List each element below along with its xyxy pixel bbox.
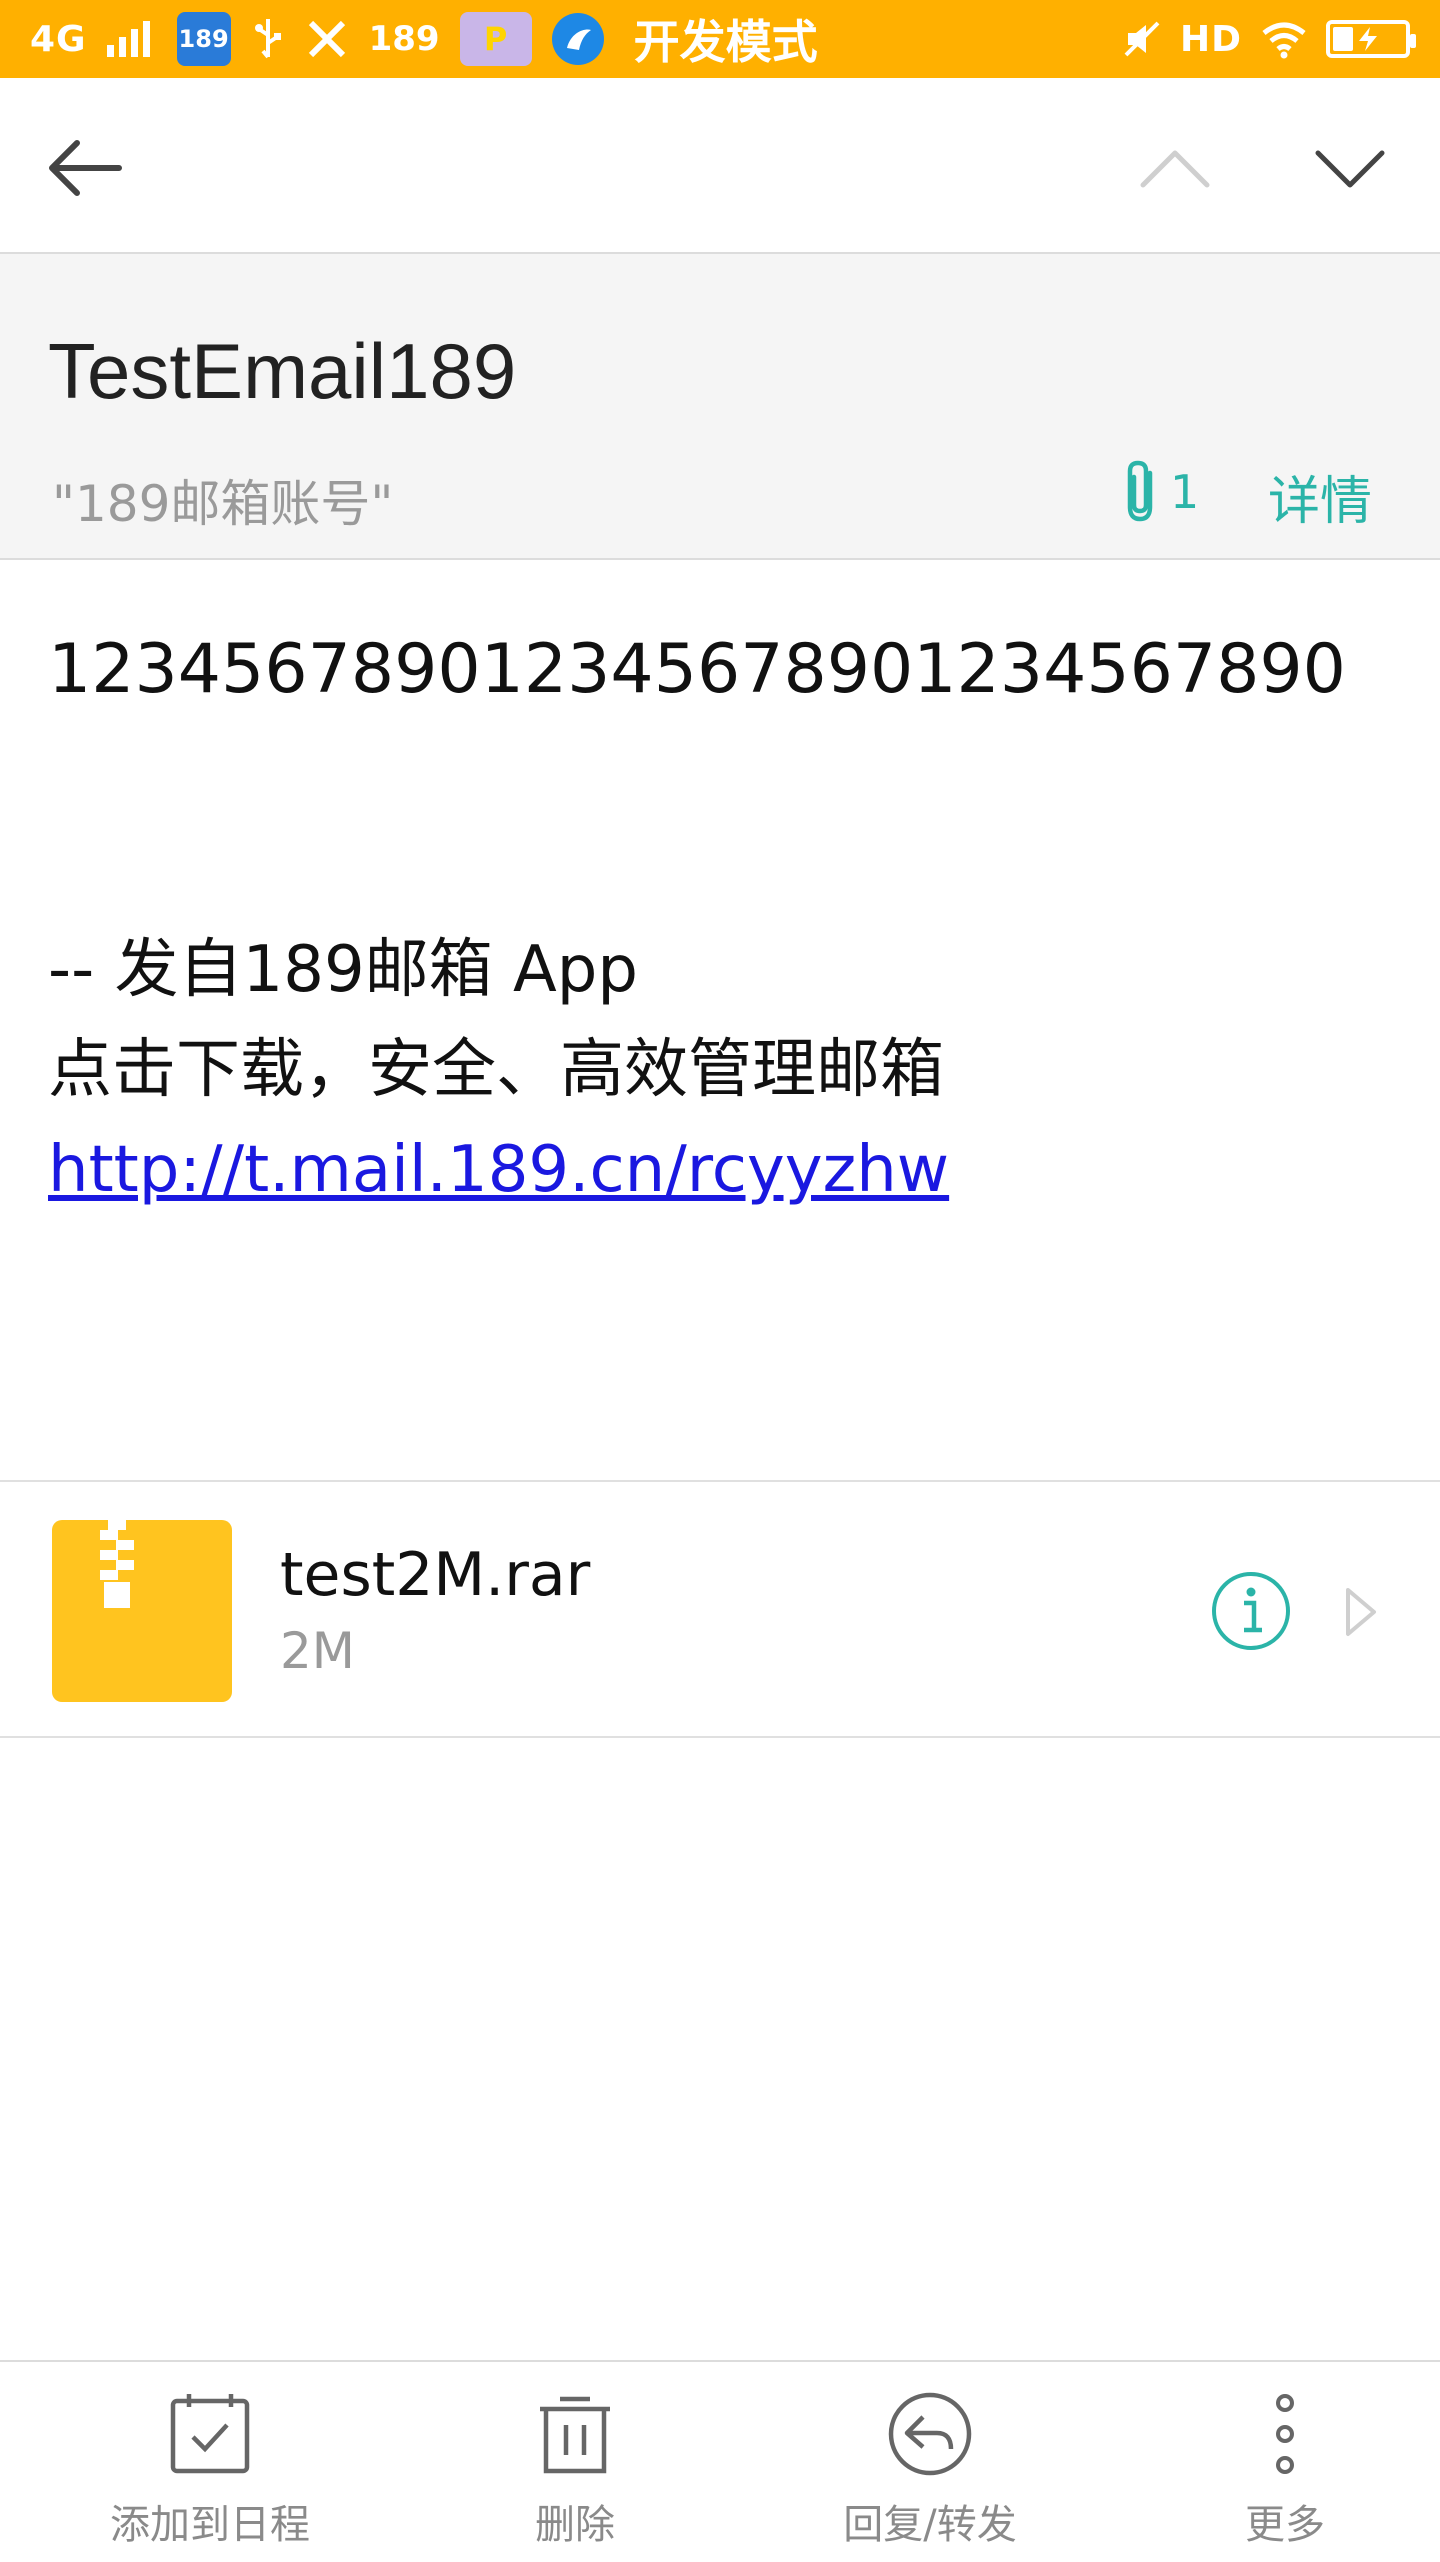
bottom-toolbar: 添加到日程 删除 回复/转发 更多	[0, 2360, 1440, 2560]
details-link[interactable]: 详情	[1268, 459, 1372, 534]
zip-file-icon	[52, 1520, 232, 1702]
attachment-info-button[interactable]	[1210, 1570, 1292, 1652]
mail-header: TestEmail189 "189邮箱账号" 1 详情	[0, 254, 1440, 560]
attachment-file-name: test2M.rar	[280, 1540, 591, 1610]
delete-label: 删除	[535, 2502, 615, 2548]
parking-icon: P	[459, 12, 532, 66]
attachment-item[interactable]: test2M.rar 2M	[0, 1480, 1440, 1738]
attachment-open-button[interactable]	[1340, 1582, 1380, 1642]
status-bar-right: HD	[1122, 18, 1416, 60]
add-to-calendar-button[interactable]: 添加到日程	[90, 2362, 330, 2562]
calendar-check-icon	[160, 2384, 260, 2484]
back-button[interactable]	[40, 128, 130, 208]
mail-body-text: 123456789012345678901234567890	[48, 630, 1346, 709]
wifi-icon	[1262, 22, 1306, 59]
mail-body: 123456789012345678901234567890 -- 发自189邮…	[48, 620, 1408, 1220]
top-nav	[0, 78, 1440, 254]
signature-line-2: 点击下载，安全、高效管理邮箱	[48, 1033, 944, 1107]
reply-forward-label: 回复/转发	[843, 2502, 1017, 2548]
arrow-left-icon	[49, 140, 122, 196]
paperclip-icon	[1127, 460, 1153, 522]
download-link[interactable]: http://t.mail.189.cn/rcyyzhw	[48, 1120, 1408, 1220]
network-label: 4G	[30, 18, 87, 60]
chevron-up-icon	[1140, 150, 1210, 188]
bird-app-icon	[551, 13, 604, 65]
signal-icon	[106, 21, 150, 57]
notification-189-icon: 189	[368, 19, 440, 59]
attachment-count: 1	[1170, 465, 1200, 519]
mail-app-icon: 189	[176, 12, 231, 66]
mute-icon	[1124, 21, 1160, 57]
attachment-count-button[interactable]: 1	[1120, 459, 1199, 525]
info-icon	[1212, 1572, 1290, 1650]
more-vertical-icon	[1235, 2384, 1335, 2484]
status-bar-left: 4G 189 189 P 开发模式	[30, 6, 818, 72]
previous-mail-button[interactable]	[1130, 128, 1220, 208]
reply-icon	[880, 2384, 980, 2484]
mail-subject: TestEmail189	[48, 327, 517, 415]
more-button[interactable]: 更多	[1185, 2362, 1385, 2562]
tools-icon	[308, 20, 345, 58]
triangle-right-icon	[1346, 1588, 1376, 1636]
signature-line-1: -- 发自189邮箱 App	[48, 933, 639, 1007]
next-mail-button[interactable]	[1305, 128, 1395, 208]
more-label: 更多	[1245, 2502, 1325, 2548]
trash-icon	[525, 2384, 625, 2484]
reply-forward-button[interactable]: 回复/转发	[810, 2362, 1050, 2562]
developer-mode-label: 开发模式	[633, 15, 818, 69]
usb-icon	[254, 19, 281, 59]
add-to-calendar-label: 添加到日程	[110, 2502, 310, 2548]
hd-label: HD	[1179, 18, 1242, 60]
mail-sender[interactable]: "189邮箱账号"	[52, 464, 393, 536]
chevron-down-icon	[1315, 150, 1385, 188]
battery-icon	[1326, 20, 1416, 58]
delete-button[interactable]: 删除	[475, 2362, 675, 2562]
status-bar: 4G 189 189 P 开发模式 HD	[0, 0, 1440, 78]
attachment-file-size: 2M	[280, 1622, 355, 1680]
